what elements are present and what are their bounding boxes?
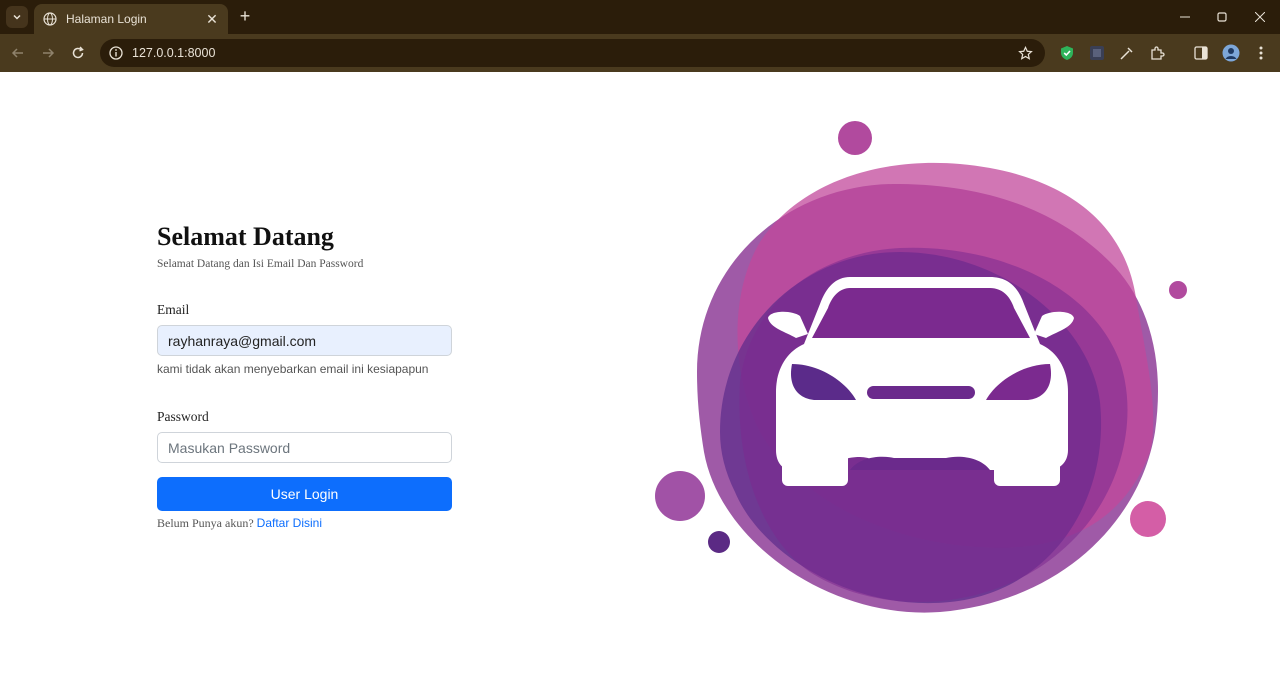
page-subtitle: Selamat Datang dan Isi Email Dan Passwor… bbox=[157, 258, 364, 270]
register-row: Belum Punya akun? Daftar Disini bbox=[157, 516, 452, 531]
window-close-icon[interactable] bbox=[1240, 0, 1280, 34]
shield-extension-icon[interactable] bbox=[1058, 44, 1076, 62]
car-illustration bbox=[655, 121, 1187, 613]
car-windshield bbox=[812, 288, 1030, 338]
info-icon[interactable] bbox=[108, 45, 124, 61]
back-icon[interactable] bbox=[6, 41, 30, 65]
car-grille bbox=[867, 386, 975, 399]
browser-toolbar: 127.0.0.1:8000 bbox=[0, 34, 1280, 72]
dot bbox=[838, 121, 872, 155]
forward-icon[interactable] bbox=[36, 41, 60, 65]
email-field[interactable] bbox=[157, 325, 452, 356]
password-label: Password bbox=[157, 409, 209, 424]
brush-extension-icon[interactable] bbox=[1118, 44, 1136, 62]
globe-icon bbox=[42, 11, 58, 27]
tab-search-icon[interactable] bbox=[6, 6, 28, 28]
login-form: Selamat Datang Selamat Datang dan Isi Em… bbox=[157, 222, 452, 531]
tab-title: Halaman Login bbox=[66, 12, 147, 26]
dot bbox=[1130, 501, 1166, 537]
page-content: Selamat Datang Selamat Datang dan Isi Em… bbox=[0, 72, 1280, 680]
browser-tab[interactable]: Halaman Login ✕ bbox=[34, 4, 228, 34]
maximize-icon[interactable] bbox=[1202, 0, 1242, 34]
star-icon[interactable] bbox=[1017, 45, 1033, 61]
puzzle-icon[interactable] bbox=[1148, 44, 1166, 62]
email-help-text: kami tidak akan menyebarkan email ini ke… bbox=[157, 362, 429, 376]
dot bbox=[655, 471, 705, 521]
car-bumper-notch bbox=[850, 456, 990, 470]
profile-avatar[interactable] bbox=[1222, 44, 1240, 62]
login-button[interactable]: User Login bbox=[157, 477, 452, 511]
plus-icon[interactable]: + bbox=[234, 6, 256, 28]
close-icon[interactable]: ✕ bbox=[204, 11, 220, 28]
address-bar[interactable]: 127.0.0.1:8000 bbox=[100, 39, 1045, 67]
reload-icon[interactable] bbox=[66, 41, 90, 65]
more-icon[interactable] bbox=[1252, 44, 1270, 62]
dot bbox=[708, 531, 730, 553]
extension-icon[interactable] bbox=[1088, 44, 1106, 62]
page-title: Selamat Datang bbox=[157, 222, 334, 251]
dot bbox=[1169, 281, 1187, 299]
register-prompt: Belum Punya akun? bbox=[157, 516, 254, 530]
password-field[interactable] bbox=[157, 432, 452, 463]
sidebar-icon[interactable] bbox=[1192, 44, 1210, 62]
email-label: Email bbox=[157, 302, 190, 317]
browser-tab-strip: Halaman Login ✕ + bbox=[0, 0, 1280, 34]
minimize-icon[interactable] bbox=[1165, 0, 1205, 34]
url-text[interactable]: 127.0.0.1:8000 bbox=[132, 46, 1017, 60]
register-link[interactable]: Daftar Disini bbox=[257, 516, 322, 530]
